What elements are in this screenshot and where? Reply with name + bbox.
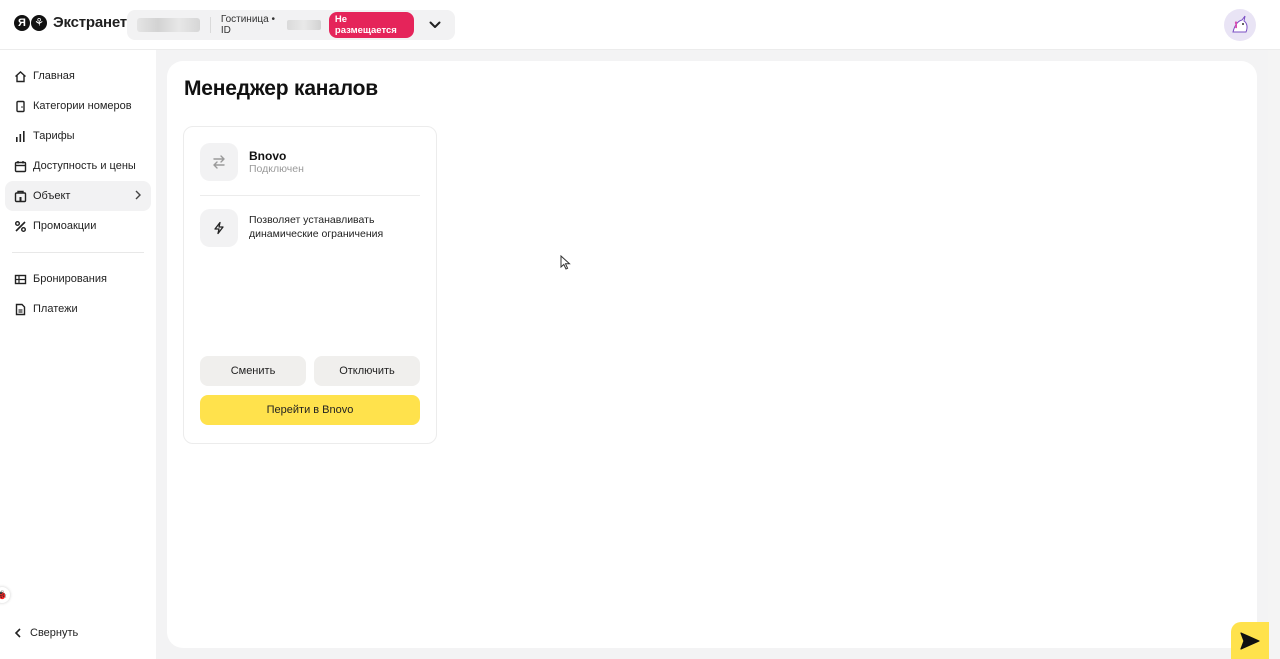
- channel-header: Bnovo Подключен: [200, 143, 304, 181]
- sidebar-item-property[interactable]: Объект: [5, 181, 151, 211]
- table-icon: [14, 273, 27, 286]
- go-to-bnovo-button[interactable]: Перейти в Bnovo: [200, 395, 420, 425]
- sidebar-item-promotions[interactable]: Промоакции: [5, 211, 151, 241]
- sidebar-item-room-categories[interactable]: Категории номеров: [5, 91, 151, 121]
- support-chat-button[interactable]: [1231, 622, 1269, 659]
- sidebar-item-label: Доступность и цены: [33, 160, 136, 172]
- feature-item: Позволяет устанавливать динамические огр…: [200, 209, 409, 247]
- logo-text: Экстранет: [53, 14, 127, 31]
- sidebar-item-label: Категории номеров: [33, 100, 132, 112]
- sidebar-item-payments[interactable]: Платежи: [5, 294, 151, 324]
- lightning-icon: [200, 209, 238, 247]
- send-arrow-icon: [1240, 631, 1260, 650]
- sidebar-item-home[interactable]: Главная: [5, 61, 151, 91]
- sync-icon: [200, 143, 238, 181]
- logo-mark-icon: Я ⚘: [14, 14, 47, 31]
- change-button[interactable]: Сменить: [200, 356, 306, 386]
- channel-name: Bnovo: [249, 148, 287, 163]
- sidebar-item-label: Объект: [33, 190, 71, 202]
- sidebar-item-availability[interactable]: Доступность и цены: [5, 151, 151, 181]
- hotel-name-redacted: [137, 18, 200, 32]
- sidebar-item-rates[interactable]: Тарифы: [5, 121, 151, 151]
- top-bar: Я ⚘ Экстранет Гостиница • ID Не размещает…: [0, 0, 1280, 50]
- door-icon: [14, 100, 27, 113]
- sidebar-item-label: Бронирования: [33, 273, 107, 285]
- hotel-type: Гостиница • ID: [220, 14, 275, 36]
- card-divider: [200, 195, 420, 196]
- bug-report-icon[interactable]: 🐞: [0, 587, 10, 603]
- mouse-cursor-icon: [560, 255, 571, 270]
- sidebar-item-label: Тарифы: [33, 130, 75, 142]
- hotel-id-redacted: [286, 20, 321, 30]
- chevron-down-icon: [429, 21, 441, 28]
- unicorn-avatar-icon: [1232, 15, 1248, 33]
- yandex-logo[interactable]: Я ⚘ Экстранет: [14, 14, 127, 31]
- channel-card: Bnovo Подключен Позволяет устанавливать …: [183, 126, 437, 444]
- feature-text: Позволяет устанавливать динамические огр…: [249, 214, 384, 240]
- sidebar-item-label: Главная: [33, 70, 75, 82]
- hotel-dropdown-button[interactable]: [426, 15, 445, 35]
- collapse-label: Свернуть: [30, 627, 79, 639]
- chevron-right-icon: [135, 190, 141, 200]
- hotel-switcher[interactable]: Гостиница • ID Не размещается: [127, 10, 455, 40]
- collapse-sidebar-button[interactable]: Свернуть: [14, 627, 78, 639]
- document-icon: [14, 303, 27, 316]
- chevron-left-icon: [14, 628, 21, 638]
- sidebar-divider: [12, 252, 144, 253]
- divider: [209, 17, 211, 33]
- sidebar: Главная Категории номеров Тарифы Доступн…: [0, 50, 156, 659]
- page-title: Менеджер каналов: [184, 77, 378, 100]
- sidebar-item-label: Платежи: [33, 303, 78, 315]
- building-icon: [14, 190, 27, 203]
- page-scrollbar[interactable]: [1268, 50, 1280, 659]
- bars-icon: [14, 130, 27, 143]
- sidebar-item-bookings[interactable]: Бронирования: [5, 264, 151, 294]
- sidebar-item-label: Промоакции: [33, 220, 97, 232]
- main-content: Менеджер каналов Bnovo Подключен Позволя…: [167, 61, 1257, 648]
- disable-button[interactable]: Отключить: [314, 356, 420, 386]
- channel-status: Подключен: [249, 162, 304, 175]
- user-avatar[interactable]: [1224, 9, 1256, 41]
- percent-icon: [14, 220, 27, 233]
- home-icon: [14, 70, 27, 83]
- calendar-icon: [14, 160, 27, 173]
- status-badge: Не размещается: [328, 12, 414, 38]
